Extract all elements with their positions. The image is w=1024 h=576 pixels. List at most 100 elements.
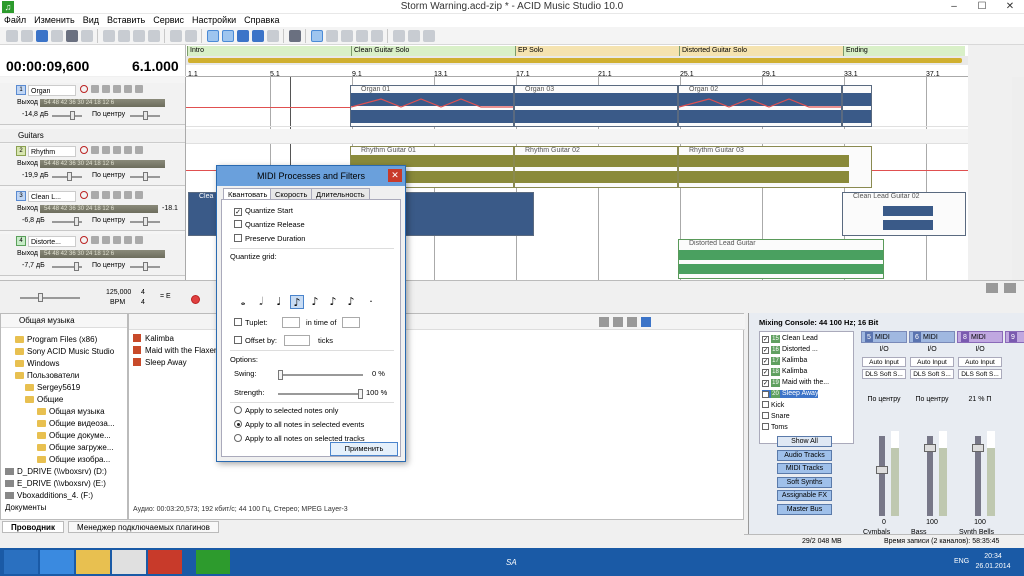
settings-icon[interactable] (407, 29, 420, 42)
pan-slider[interactable] (130, 172, 160, 181)
tree-node[interactable]: Документы (5, 503, 46, 512)
checkbox[interactable] (762, 401, 769, 408)
fader-knob[interactable] (924, 444, 936, 452)
record-arm-icon[interactable] (80, 146, 88, 154)
tuplet-input[interactable] (282, 317, 300, 328)
track-header-distorted-lead[interactable]: 4 Distorte... Выход 54 48 42 36 30 24 18… (0, 234, 185, 276)
grid-icon[interactable] (266, 29, 279, 42)
tree-node[interactable]: Vboxadditions_4. (F:) (5, 491, 93, 500)
swing-knob[interactable] (278, 370, 283, 380)
track-group-guitars[interactable]: Guitars (0, 129, 185, 143)
zoom-slider[interactable] (20, 293, 80, 302)
record-arm-icon[interactable] (80, 236, 88, 244)
fx-icon[interactable] (91, 191, 99, 199)
expand-icon[interactable] (135, 191, 143, 199)
menu-edit[interactable]: Изменить (34, 14, 75, 27)
clock[interactable]: 20:34 26.01.2014 (968, 552, 1018, 572)
track-name[interactable]: Distorte... (28, 236, 76, 247)
track-name[interactable]: Organ (28, 85, 76, 96)
mute-icon[interactable] (113, 236, 121, 244)
maximize-button[interactable]: ☐ (968, 0, 996, 14)
properties-icon[interactable] (65, 29, 78, 42)
master-bus-button[interactable]: Master Bus (777, 504, 832, 515)
automation-icon[interactable] (102, 146, 110, 154)
envelope-tool-icon[interactable] (370, 29, 383, 42)
copy-icon[interactable] (117, 29, 130, 42)
publish-icon[interactable] (80, 29, 93, 42)
mixer-track-item[interactable]: ✓ 18 Kalimba (762, 368, 807, 376)
checkbox[interactable] (762, 423, 769, 430)
event-rhythm-guitar-03[interactable]: Rhythm Guitar 03 (678, 146, 872, 188)
mixer-track-item[interactable]: ✓ 20 Sleep Away (762, 390, 819, 398)
in-time-of-input[interactable] (342, 317, 360, 328)
volume-knob[interactable] (70, 111, 75, 120)
pan-slider[interactable] (130, 262, 160, 271)
fx-icon[interactable] (91, 236, 99, 244)
paint-tool-icon[interactable] (340, 29, 353, 42)
pan-knob[interactable] (143, 217, 148, 226)
tab-plugin-manager[interactable]: Менеджер подключаемых плагинов (68, 521, 219, 533)
apply-selected-radio[interactable]: Apply to selected notes only (234, 406, 338, 415)
tree-node[interactable]: Sony ACID Music Studio (15, 347, 114, 356)
tree-node[interactable]: Общие изобра... (37, 455, 110, 464)
strip-header[interactable]: 8 MIDI (957, 331, 1003, 343)
menu-insert[interactable]: Вставить (107, 14, 145, 27)
tempo-value[interactable]: 125,000 (106, 289, 131, 296)
synth-select[interactable]: DLS Soft S... (958, 369, 1002, 379)
thirty-second-note-icon[interactable]: ♪ (326, 295, 340, 309)
synth-select[interactable]: DLS Soft S... (862, 369, 906, 379)
explorer-icon[interactable] (76, 550, 110, 574)
marker-ep-solo[interactable]: EP Solo (515, 46, 679, 56)
pan-slider[interactable] (130, 111, 160, 120)
event-organ-tail[interactable] (842, 85, 872, 127)
tree-node[interactable]: Program Files (x86) (15, 335, 97, 344)
project-key[interactable]: = E (160, 293, 171, 300)
record-icon[interactable] (191, 295, 200, 304)
preserve-duration-checkbox[interactable]: Preserve Duration (234, 234, 305, 243)
mixer-track-item[interactable]: Toms (762, 423, 788, 431)
redo-icon[interactable] (184, 29, 197, 42)
solo-icon[interactable] (124, 191, 132, 199)
fader-knob[interactable] (972, 444, 984, 452)
solo-icon[interactable] (124, 146, 132, 154)
fx-icon[interactable] (91, 85, 99, 93)
marker-clean-guitar-solo[interactable]: Clean Guitar Solo (351, 46, 515, 56)
tab-explorer[interactable]: Проводник (2, 521, 64, 533)
mixer-track-item[interactable]: Kick (762, 401, 784, 409)
app-tile-icon[interactable] (112, 550, 146, 574)
input-select[interactable]: Auto Input (862, 357, 906, 367)
solo-icon[interactable] (124, 236, 132, 244)
tree-node[interactable]: E_DRIVE (\\vboxsrv) (E:) (5, 479, 106, 488)
ie-icon[interactable] (40, 550, 74, 574)
solo-icon[interactable] (124, 85, 132, 93)
draw-tool-icon[interactable] (310, 29, 323, 42)
time-signature-top[interactable]: 4 (141, 289, 145, 296)
record-arm-icon[interactable] (80, 191, 88, 199)
show-all-button[interactable]: Show All (777, 436, 832, 447)
vertical-scrollbar[interactable] (1012, 77, 1024, 280)
sixty-fourth-note-icon[interactable]: ♪ (344, 295, 358, 309)
volume-fader[interactable] (972, 436, 984, 516)
input-select[interactable]: Auto Input (958, 357, 1002, 367)
explorer-path[interactable]: Общая музыка (1, 314, 127, 328)
pan-slider[interactable] (130, 217, 160, 226)
loop-region-bar[interactable] (186, 56, 968, 65)
auto-preview-icon[interactable] (627, 317, 637, 327)
play-icon[interactable] (599, 317, 609, 327)
volume-knob[interactable] (74, 217, 79, 226)
record-arm-icon[interactable] (80, 85, 88, 93)
mute-icon[interactable] (113, 146, 121, 154)
tree-node[interactable]: Общие видеоза... (37, 419, 115, 428)
save-icon[interactable] (35, 29, 48, 42)
volume-knob[interactable] (67, 172, 72, 181)
tuplet-checkbox[interactable]: Tuplet: (234, 318, 268, 327)
tree-node[interactable]: Общие докуме... (37, 431, 111, 440)
acid-taskbar-icon[interactable] (196, 550, 230, 574)
snap-icon[interactable] (206, 29, 219, 42)
track-name[interactable]: Clean L... (28, 191, 76, 202)
volume-slider[interactable] (52, 111, 82, 120)
file-item[interactable]: Sleep Away (133, 358, 187, 367)
mixer-track-item[interactable]: ✓ 17 Kalimba (762, 357, 807, 365)
offset-checkbox[interactable]: Offset by: (234, 336, 277, 345)
cut-icon[interactable] (102, 29, 115, 42)
